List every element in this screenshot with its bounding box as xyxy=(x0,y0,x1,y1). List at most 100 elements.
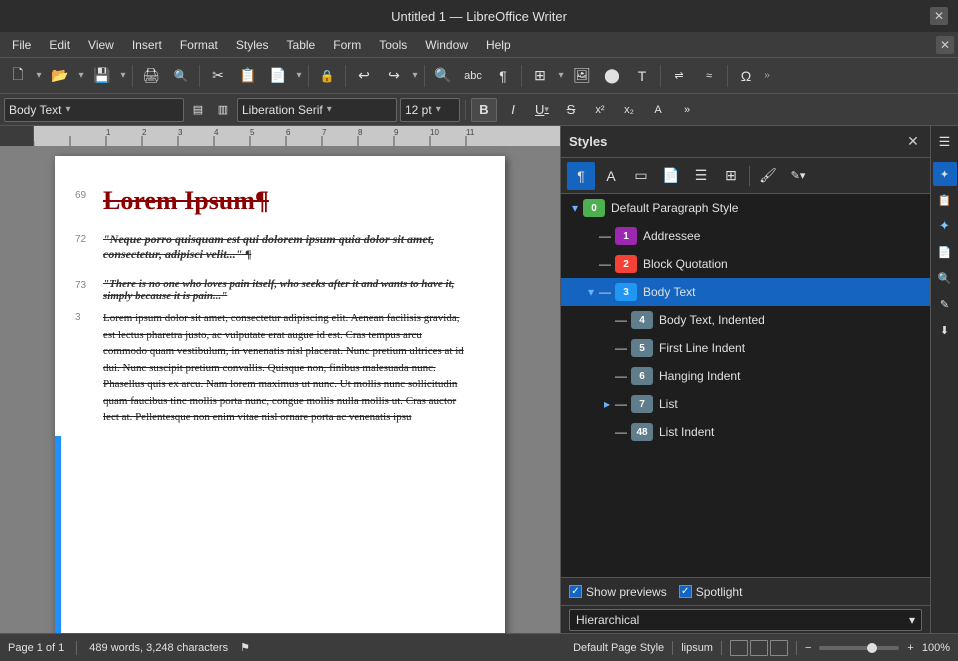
style-item-default[interactable]: ▾ 0 Default Paragraph Style xyxy=(561,194,930,222)
style-extra-2[interactable]: ▥ xyxy=(212,98,234,122)
superscript-button[interactable]: x² xyxy=(587,98,613,122)
language[interactable]: lipsum xyxy=(681,642,713,654)
styles-sidebar-button[interactable]: ✦ xyxy=(933,162,957,186)
zoom-level[interactable]: 100% xyxy=(922,642,950,654)
new-arrow[interactable]: ▾ xyxy=(34,62,44,90)
save-arrow[interactable]: ▾ xyxy=(118,62,128,90)
document-quote[interactable]: "Neque porro quisquam est qui dolorem ip… xyxy=(103,232,465,262)
find-button[interactable]: 🔍 xyxy=(429,62,457,90)
zoom-thumb[interactable] xyxy=(867,643,877,653)
page-style[interactable]: Default Page Style xyxy=(573,642,664,654)
lock-button[interactable]: 🔒 xyxy=(313,62,341,90)
style-item-list[interactable]: ▸ — 7 List xyxy=(561,390,930,418)
paragraph-marks-button[interactable]: ¶ xyxy=(489,62,517,90)
document-container[interactable]: 69 Lorem Ipsum¶ 72 "Neque porro quisquam… xyxy=(0,146,560,633)
menu-file[interactable]: File xyxy=(4,36,39,54)
more-toolbar[interactable]: » xyxy=(762,62,772,90)
ai-button[interactable]: ✦ xyxy=(933,214,957,238)
insert-image-button[interactable]: 🖼 xyxy=(568,62,596,90)
insert-table-button[interactable]: ⊞ xyxy=(526,62,554,90)
open-arrow[interactable]: ▾ xyxy=(76,62,86,90)
underline-button[interactable]: U ▾ xyxy=(529,98,555,122)
view-double[interactable] xyxy=(750,640,768,656)
strikethrough-button[interactable]: S xyxy=(558,98,584,122)
redo-arrow[interactable]: ▾ xyxy=(410,62,420,90)
spotlight-checkbox[interactable]: ✓ xyxy=(679,585,692,598)
bold-button[interactable]: B xyxy=(471,98,497,122)
view-book[interactable] xyxy=(770,640,788,656)
style-item-hanging-indent[interactable]: ▸ — 6 Hanging Indent xyxy=(561,362,930,390)
zoom-out-button[interactable]: − xyxy=(805,642,811,654)
spotlight-label[interactable]: ✓ Spotlight xyxy=(679,585,743,599)
window-close-button[interactable]: ✕ xyxy=(930,7,948,25)
redo-button[interactable]: ↪ xyxy=(380,62,408,90)
special-chars-button[interactable]: Ω xyxy=(732,62,760,90)
style-item-body-text-indented[interactable]: ▸ — 4 Body Text, Indented xyxy=(561,306,930,334)
document-page[interactable]: 69 Lorem Ipsum¶ 72 "Neque porro quisquam… xyxy=(55,156,505,633)
highlight-button[interactable]: A xyxy=(645,98,671,122)
gallery-button[interactable]: 🔍 xyxy=(933,266,957,290)
style-item-addressee[interactable]: ▸ — 1 Addressee xyxy=(561,222,930,250)
new-style-button[interactable]: ✎▾ xyxy=(784,162,812,190)
show-previews-checkbox[interactable]: ✓ xyxy=(569,585,582,598)
menu-form[interactable]: Form xyxy=(325,36,369,54)
insert-text-button[interactable]: T xyxy=(628,62,656,90)
track-changes-button[interactable]: ⇌ xyxy=(665,62,693,90)
show-previews-label[interactable]: ✓ Show previews xyxy=(569,585,667,599)
expand-icon-list[interactable]: ▸ xyxy=(599,396,615,412)
paste-button[interactable]: 📄 xyxy=(264,62,292,90)
export-button[interactable]: ⬇ xyxy=(933,318,957,342)
zoom-slider[interactable] xyxy=(819,646,899,650)
document-body-start[interactable]: "There is no one who loves pain itself, … xyxy=(103,278,465,302)
menu-edit[interactable]: Edit xyxy=(41,36,78,54)
copy-button[interactable]: 📋 xyxy=(234,62,262,90)
sidebar-menu-button[interactable]: ☰ xyxy=(933,130,957,154)
more-format[interactable]: » xyxy=(674,98,700,122)
print-preview-button[interactable]: 🖨 xyxy=(137,62,165,90)
expand-icon-default[interactable]: ▾ xyxy=(567,200,583,216)
style-type-page[interactable]: 📄 xyxy=(657,162,685,190)
new-button[interactable]: 🗋 xyxy=(4,62,32,90)
undo-button[interactable]: ↩ xyxy=(350,62,378,90)
subscript-button[interactable]: x₂ xyxy=(616,98,642,122)
print-button[interactable]: 🔍 xyxy=(167,62,195,90)
style-type-table[interactable]: ⊞ xyxy=(717,162,745,190)
style-item-first-line-indent[interactable]: ▸ — 5 First Line Indent xyxy=(561,334,930,362)
page-panel-button[interactable]: 📄 xyxy=(933,240,957,264)
styles-close-button[interactable]: ✕ xyxy=(904,133,922,151)
style-type-list[interactable]: ☰ xyxy=(687,162,715,190)
menu-help[interactable]: Help xyxy=(478,36,519,54)
styles-list[interactable]: ▾ 0 Default Paragraph Style ▸ — 1 Addres… xyxy=(561,194,930,577)
menu-tools[interactable]: Tools xyxy=(371,36,415,54)
paragraph-style-select[interactable]: Body Text ▾ xyxy=(4,98,184,122)
menu-window[interactable]: Window xyxy=(417,36,476,54)
style-item-block-quotation[interactable]: ▸ — 2 Block Quotation xyxy=(561,250,930,278)
edit-button[interactable]: ✎ xyxy=(933,292,957,316)
spellcheck-button[interactable]: abc xyxy=(459,62,487,90)
document-heading[interactable]: Lorem Ipsum¶ xyxy=(103,186,269,216)
style-type-frame[interactable]: ▭ xyxy=(627,162,655,190)
view-single[interactable] xyxy=(730,640,748,656)
style-type-character[interactable]: A xyxy=(597,162,625,190)
open-button[interactable]: 📂 xyxy=(46,62,74,90)
save-button[interactable]: 💾 xyxy=(88,62,116,90)
font-select[interactable]: Liberation Serif ▾ xyxy=(237,98,397,122)
menu-insert[interactable]: Insert xyxy=(124,36,170,54)
menu-view[interactable]: View xyxy=(80,36,122,54)
style-type-paragraph[interactable]: ¶ xyxy=(567,162,595,190)
properties-button[interactable]: 📋 xyxy=(933,188,957,212)
menu-styles[interactable]: Styles xyxy=(228,36,277,54)
menu-format[interactable]: Format xyxy=(172,36,226,54)
show-changes-button[interactable]: ≈ xyxy=(695,62,723,90)
font-size-select[interactable]: 12 pt ▾ xyxy=(400,98,460,122)
document-body[interactable]: Lorem ipsum dolor sit amet, consectetur … xyxy=(103,310,465,426)
styles-filter-select[interactable]: Hierarchical ▾ xyxy=(569,609,922,631)
insert-table-arrow[interactable]: ▾ xyxy=(556,62,566,90)
menu-table[interactable]: Table xyxy=(279,36,324,54)
fill-format-button[interactable]: 🖌 xyxy=(754,162,782,190)
zoom-in-button[interactable]: + xyxy=(907,642,913,654)
cut-button[interactable]: ✂ xyxy=(204,62,232,90)
style-item-body-text[interactable]: ▾ — 3 Body Text xyxy=(561,278,930,306)
style-extra-1[interactable]: ▤ xyxy=(187,98,209,122)
menu-bar-close[interactable]: ✕ xyxy=(936,36,954,54)
